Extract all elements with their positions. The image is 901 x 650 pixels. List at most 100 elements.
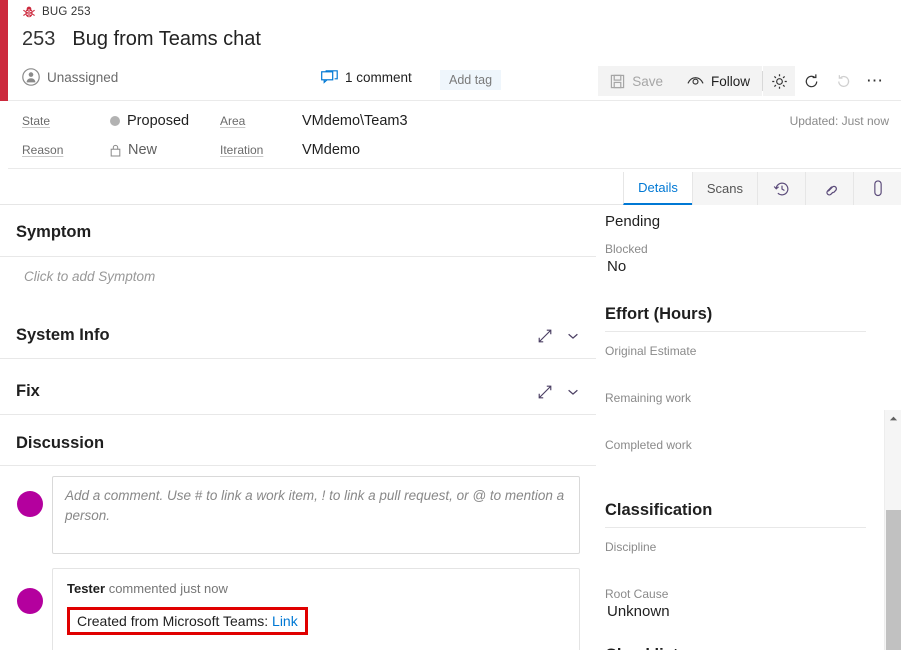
teams-link[interactable]: Link bbox=[272, 613, 298, 629]
undo-icon[interactable] bbox=[827, 66, 859, 96]
root-cause-label: Root Cause bbox=[605, 587, 866, 601]
comment-count-button[interactable]: 1 comment bbox=[321, 70, 412, 85]
group-classification: Classification bbox=[605, 501, 866, 528]
gear-icon[interactable] bbox=[763, 66, 795, 96]
work-item-header: BUG 253 253 Bug from Teams chat Unassign… bbox=[8, 0, 901, 101]
work-item-toolbar: Save Follow bbox=[598, 66, 891, 96]
add-tag-button[interactable]: Add tag bbox=[440, 70, 501, 90]
scrollbar-thumb[interactable] bbox=[886, 510, 901, 650]
comment-timestamp: commented just now bbox=[109, 581, 228, 596]
work-item-title-row: 253 Bug from Teams chat bbox=[22, 28, 261, 51]
save-button[interactable]: Save bbox=[598, 66, 675, 96]
state-dot-icon bbox=[110, 116, 120, 126]
field-original-estimate[interactable]: Original Estimate bbox=[605, 344, 866, 379]
reason-value-text: New bbox=[128, 142, 157, 158]
tab-links[interactable] bbox=[805, 172, 853, 205]
link-icon bbox=[821, 180, 839, 198]
field-state[interactable]: State Proposed bbox=[22, 113, 189, 129]
discipline-label: Discipline bbox=[605, 540, 866, 554]
work-item-details-panel: Pending Blocked No Effort (Hours) Origin… bbox=[596, 205, 884, 650]
work-item-id: 253 bbox=[22, 28, 55, 51]
work-item-tabstrip: Details Scans bbox=[623, 172, 901, 205]
root-cause-value: Unknown bbox=[605, 603, 866, 622]
completed-work-value bbox=[605, 454, 866, 473]
tab-details[interactable]: Details bbox=[623, 172, 692, 205]
section-fix-title: Fix bbox=[16, 382, 40, 401]
history-icon bbox=[773, 180, 791, 198]
section-discussion: Discussion bbox=[0, 434, 596, 466]
follow-eye-icon bbox=[687, 75, 704, 88]
work-item-type-label: BUG 253 bbox=[42, 6, 91, 18]
field-discipline[interactable]: Discipline bbox=[605, 540, 866, 575]
follow-button[interactable]: Follow bbox=[675, 66, 762, 96]
state-value: Proposed bbox=[110, 113, 189, 129]
remaining-work-value bbox=[605, 407, 866, 426]
details-panel-scrollbar[interactable] bbox=[884, 410, 901, 650]
field-reason[interactable]: Reason New bbox=[22, 142, 157, 158]
tab-attachments[interactable] bbox=[853, 172, 901, 205]
comment-text: Created from Microsoft Teams: bbox=[77, 613, 272, 629]
iteration-label: Iteration bbox=[220, 143, 282, 157]
assigned-to-label: Unassigned bbox=[47, 70, 118, 85]
refresh-icon[interactable] bbox=[795, 66, 827, 96]
area-value: VMdemo\Team3 bbox=[302, 113, 408, 129]
scroll-up-arrow-icon[interactable] bbox=[885, 410, 901, 427]
group-checklist: Checklist bbox=[605, 646, 866, 650]
section-symptom-title: Symptom bbox=[16, 223, 91, 242]
comment-author[interactable]: Tester bbox=[67, 581, 105, 596]
avatar bbox=[17, 588, 43, 614]
reason-label: Reason bbox=[22, 143, 78, 157]
last-updated-label: Updated: Just now bbox=[790, 114, 889, 128]
section-system-info-title: System Info bbox=[16, 326, 110, 345]
comment-item: Tester commented just now Created from M… bbox=[52, 568, 580, 650]
group-effort-hours: Effort (Hours) bbox=[605, 305, 866, 332]
field-blocked[interactable]: Blocked No bbox=[605, 242, 866, 277]
avatar bbox=[17, 491, 43, 517]
chevron-down-icon[interactable] bbox=[566, 385, 580, 399]
original-estimate-label: Original Estimate bbox=[605, 344, 866, 358]
section-discussion-title: Discussion bbox=[16, 434, 104, 453]
work-item-page: BUG 253 253 Bug from Teams chat Unassign… bbox=[0, 0, 901, 650]
section-system-info[interactable]: System Info bbox=[0, 326, 596, 359]
comment-count-label: 1 comment bbox=[345, 70, 412, 85]
save-label: Save bbox=[632, 74, 663, 89]
attachment-icon bbox=[869, 180, 887, 198]
work-item-type-row[interactable]: BUG 253 bbox=[22, 5, 91, 19]
area-label: Area bbox=[220, 114, 282, 128]
blocked-value: No bbox=[605, 258, 866, 277]
field-iteration[interactable]: Iteration VMdemo bbox=[220, 142, 360, 158]
state-label: State bbox=[22, 114, 78, 128]
section-fix[interactable]: Fix bbox=[0, 382, 596, 415]
state-value-text: Proposed bbox=[127, 113, 189, 129]
completed-work-label: Completed work bbox=[605, 438, 866, 452]
work-item-title[interactable]: Bug from Teams chat bbox=[72, 28, 261, 51]
assigned-to-control[interactable]: Unassigned bbox=[22, 68, 118, 86]
symptom-input[interactable]: Click to add Symptom bbox=[0, 257, 596, 284]
original-estimate-value bbox=[605, 360, 866, 379]
iteration-value: VMdemo bbox=[302, 142, 360, 158]
more-actions-button[interactable]: ⋯ bbox=[859, 66, 891, 96]
blocked-label: Blocked bbox=[605, 242, 866, 256]
field-completed-work[interactable]: Completed work bbox=[605, 438, 866, 473]
lock-icon bbox=[110, 144, 121, 157]
section-fix-actions bbox=[537, 384, 580, 400]
expand-icon[interactable] bbox=[537, 328, 553, 344]
tab-scans[interactable]: Scans bbox=[692, 172, 757, 205]
comment-body: Created from Microsoft Teams: Link bbox=[67, 607, 308, 635]
field-remaining-work[interactable]: Remaining work bbox=[605, 391, 866, 426]
field-root-cause[interactable]: Root Cause Unknown bbox=[605, 587, 866, 622]
new-comment-input[interactable]: Add a comment. Use # to link a work item… bbox=[52, 476, 580, 554]
discussion-new-comment-row: Add a comment. Use # to link a work item… bbox=[0, 476, 596, 554]
tab-history[interactable] bbox=[757, 172, 805, 205]
field-area[interactable]: Area VMdemo\Team3 bbox=[220, 113, 408, 129]
work-item-form-left: Symptom Click to add Symptom System Info bbox=[0, 205, 596, 650]
comment-list: Tester commented just now Created from M… bbox=[0, 568, 596, 650]
comment-meta: Tester commented just now bbox=[67, 581, 565, 596]
work-item-type-accent-bar bbox=[0, 0, 8, 101]
save-icon bbox=[610, 74, 625, 89]
work-item-field-strip: State Proposed Reason New Area VMdemo\Te… bbox=[8, 101, 901, 169]
chevron-down-icon[interactable] bbox=[566, 329, 580, 343]
work-item-subheader: Unassigned 1 comment Add tag bbox=[8, 62, 901, 100]
expand-icon[interactable] bbox=[537, 384, 553, 400]
discipline-value bbox=[605, 556, 866, 575]
